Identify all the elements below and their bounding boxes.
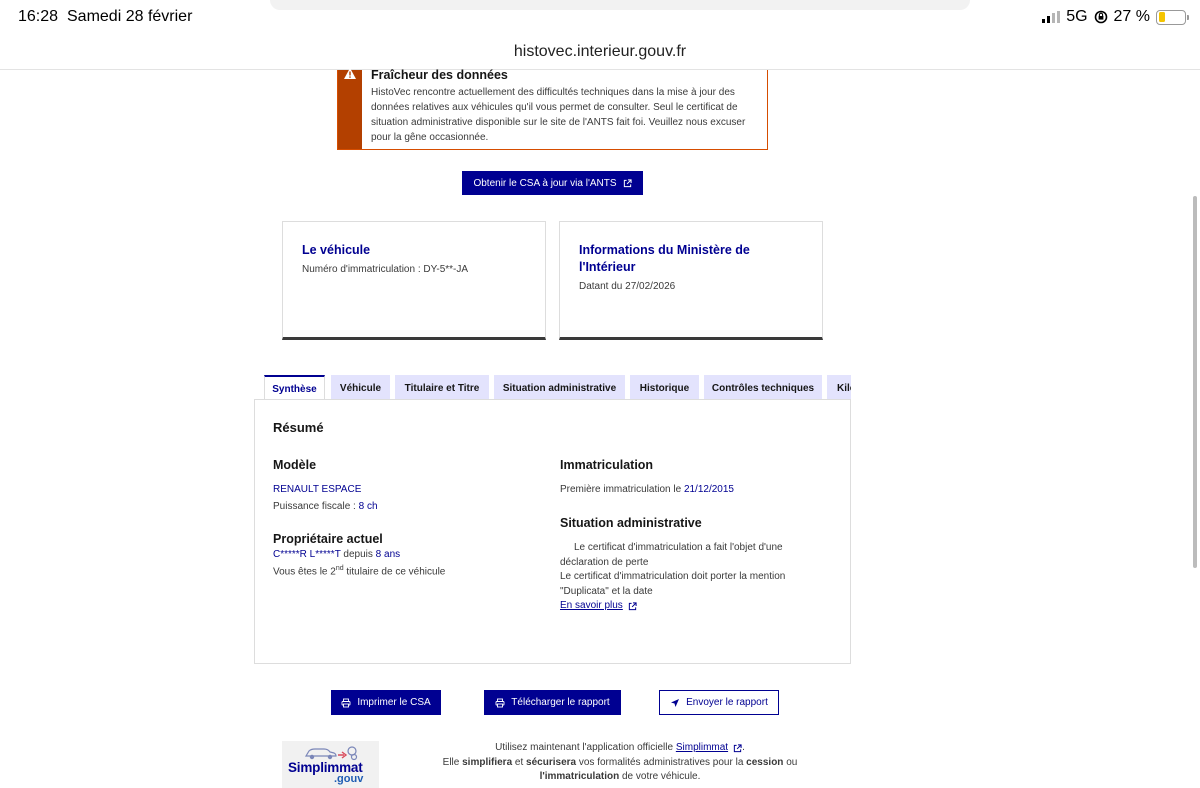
send-icon bbox=[671, 698, 680, 707]
simplimmat-link[interactable]: Simplimmat bbox=[676, 741, 742, 756]
vehicle-card-title: Le véhicule bbox=[302, 243, 371, 257]
alert-text: HistoVec rencontre actuellement des diff… bbox=[371, 87, 746, 143]
situation-line1: Le certificat d'immatriculation a fait l… bbox=[560, 542, 783, 568]
proprietaire-heading: Propriétaire actuel bbox=[273, 532, 383, 546]
orientation-lock-icon bbox=[1094, 10, 1107, 24]
footer-line2-e: vos formalités administratives pour la bbox=[576, 756, 747, 768]
status-bar: 16:28 Samedi 28 février 5G 27 % bbox=[0, 0, 1200, 34]
tab-situation[interactable]: Situation administrative bbox=[494, 375, 625, 400]
proprietaire-name: C*****R L*****T bbox=[273, 549, 341, 560]
external-link-icon bbox=[623, 178, 632, 187]
rank-prefix: Vous êtes le 2 bbox=[273, 566, 336, 578]
tab-vehicule[interactable]: Véhicule bbox=[331, 375, 390, 400]
vehicle-card[interactable]: Le véhicule Numéro d'immatriculation : D… bbox=[282, 221, 546, 340]
status-time: 16:28 bbox=[18, 8, 59, 25]
en-savoir-plus-link[interactable]: En savoir plus bbox=[560, 599, 637, 614]
alert-title: Fraîcheur des données bbox=[371, 68, 508, 82]
immatriculation-heading: Immatriculation bbox=[560, 458, 654, 472]
vehicle-card-desc: Numéro d'immatriculation : DY-5**-JA bbox=[302, 264, 469, 275]
footer-line1-suffix: . bbox=[742, 742, 745, 753]
address-bar[interactable]: histovec.interieur.gouv.fr bbox=[0, 34, 1200, 70]
situation-heading: Situation administrative bbox=[560, 516, 702, 530]
tab-synthese[interactable]: Synthèse bbox=[264, 375, 325, 400]
proprietaire-line: C*****R L*****T depuis 8 ans bbox=[273, 548, 400, 563]
obtain-csa-label: Obtenir le CSA à jour via l'ANTS bbox=[473, 177, 617, 189]
tab-titulaire[interactable]: Titulaire et Titre bbox=[395, 375, 489, 400]
warning-alert: Fraîcheur des données HistoVec rencontre… bbox=[337, 68, 768, 150]
external-link-icon bbox=[733, 744, 742, 752]
send-report-label: Envoyer le rapport bbox=[686, 697, 768, 708]
footer-line2-b: simplifiera bbox=[462, 756, 513, 768]
footer-line2-a: Elle bbox=[442, 756, 463, 768]
resume-title: Résumé bbox=[273, 420, 324, 435]
en-savoir-plus-label: En savoir plus bbox=[560, 600, 623, 611]
tab-historique[interactable]: Historique bbox=[630, 375, 699, 400]
puissance-value: 8 ch bbox=[358, 501, 378, 512]
alert-bar bbox=[338, 68, 362, 149]
simplimmat-link-label: Simplimmat bbox=[675, 742, 729, 753]
external-link-icon bbox=[628, 602, 637, 610]
scrollbar[interactable] bbox=[1193, 196, 1197, 568]
download-report-label: Télécharger le rapport bbox=[511, 697, 610, 708]
ministere-card-desc: Datant du 27/02/2026 bbox=[579, 281, 676, 292]
modele-heading: Modèle bbox=[273, 458, 317, 472]
footer-line-3: l'immatriculation de votre véhicule. bbox=[430, 770, 810, 785]
obtain-csa-button[interactable]: Obtenir le CSA à jour via l'ANTS bbox=[462, 171, 643, 195]
battery-icon bbox=[1156, 9, 1189, 25]
status-date: Samedi 28 février bbox=[67, 8, 193, 25]
send-report-button[interactable]: Envoyer le rapport bbox=[659, 690, 779, 715]
print-csa-button[interactable]: Imprimer le CSA bbox=[331, 690, 441, 715]
situation-line2: Le certificat d'immatriculation doit por… bbox=[560, 571, 786, 597]
signal-icon bbox=[1042, 11, 1061, 23]
tab-list: Synthèse Véhicule Titulaire et Titre Sit… bbox=[264, 375, 851, 400]
ministere-card-title: Informations du Ministère de l'Intérieur bbox=[579, 243, 750, 274]
footer-line2-c: et bbox=[512, 756, 527, 768]
cars-icon bbox=[304, 746, 358, 761]
immatriculation-line: Première immatriculation le 21/12/2015 bbox=[560, 483, 734, 498]
modele-name: RENAULT ESPACE bbox=[273, 484, 362, 495]
print-csa-label: Imprimer le CSA bbox=[357, 697, 431, 708]
simplimmat-logo[interactable]: Simplimmat .gouv bbox=[282, 741, 379, 788]
rank-line: Vous êtes le 2nd titulaire de ce véhicul… bbox=[273, 562, 445, 580]
download-report-button[interactable]: Télécharger le rapport bbox=[484, 690, 621, 715]
rank-suffix: titulaire de ce véhicule bbox=[343, 566, 446, 578]
footer-line1-prefix: Utilisez maintenant l'application offici… bbox=[495, 742, 676, 753]
tab-controles[interactable]: Contrôles techniques bbox=[704, 375, 822, 400]
printer-icon bbox=[495, 698, 505, 707]
warning-icon bbox=[344, 68, 356, 79]
immatriculation-date: 21/12/2015 bbox=[683, 484, 734, 495]
footer-text: Utilisez maintenant l'application offici… bbox=[430, 741, 810, 785]
footer-line2-f: cession bbox=[746, 756, 784, 768]
tab-kilometrage[interactable]: Kilo bbox=[827, 375, 851, 400]
logo-suffix: .gouv bbox=[334, 773, 364, 785]
footer-line3-b: de votre véhicule. bbox=[619, 771, 701, 782]
puissance-label: Puissance fiscale : bbox=[273, 501, 359, 512]
status-right: 5G 27 % bbox=[1042, 8, 1189, 26]
footer-line-1: Utilisez maintenant l'application offici… bbox=[430, 741, 810, 756]
footer-line-2: Elle simplifiera et sécurisera vos forma… bbox=[430, 756, 810, 771]
url-text: histovec.interieur.gouv.fr bbox=[513, 43, 687, 60]
footer-line3-a: l'immatriculation bbox=[539, 771, 620, 782]
immatriculation-label: Première immatriculation le bbox=[560, 484, 684, 495]
footer-line2-d: sécurisera bbox=[526, 756, 577, 768]
rank-sup: nd bbox=[335, 565, 344, 572]
since-word: depuis bbox=[340, 549, 376, 560]
since-value: 8 ans bbox=[375, 549, 401, 560]
situation-more-wrap: En savoir plus bbox=[560, 599, 637, 614]
ministere-card[interactable]: Informations du Ministère de l'Intérieur… bbox=[559, 221, 823, 340]
battery-percent: 27 % bbox=[1113, 8, 1150, 25]
network-label: 5G bbox=[1066, 8, 1088, 25]
footer-line2-g: ou bbox=[783, 756, 798, 768]
printer-icon bbox=[341, 698, 351, 707]
puissance-line: Puissance fiscale : 8 ch bbox=[273, 500, 378, 515]
